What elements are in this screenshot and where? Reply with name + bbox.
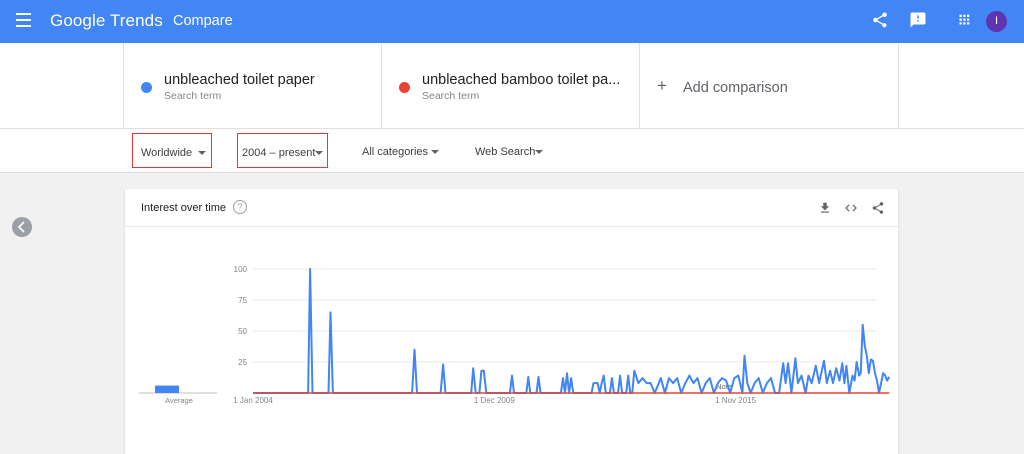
apps-icon[interactable] <box>955 11 975 31</box>
region-value: Worldwide <box>141 147 193 159</box>
category-dropdown[interactable]: All categories <box>362 133 448 168</box>
filters-bar: Worldwide 2004 – present All categories … <box>0 129 1024 173</box>
page-title: Compare <box>173 13 233 29</box>
help-icon[interactable]: ? <box>233 200 247 214</box>
time-range-value: 2004 – present <box>242 147 316 159</box>
interest-over-time-card: Interest over time ? 100 75 50 25 1 Jan 2004… <box>125 189 898 454</box>
plus-icon: + <box>657 76 667 95</box>
y-tick-label: 75 <box>238 296 247 305</box>
share-icon[interactable] <box>871 11 891 31</box>
term-2-subtitle: Search term <box>422 90 480 102</box>
chevron-down-icon <box>315 151 323 155</box>
average-bar <box>155 385 179 393</box>
y-tick-label: 50 <box>238 327 247 336</box>
account-avatar[interactable]: I <box>986 11 1007 32</box>
chevron-down-icon <box>431 150 439 154</box>
chevron-down-icon <box>535 150 543 154</box>
y-tick-label: 100 <box>234 265 248 274</box>
y-tick-label: 25 <box>238 358 247 367</box>
menu-icon[interactable] <box>16 13 32 29</box>
term-2-color-dot <box>399 82 410 93</box>
add-comparison-label: Add comparison <box>683 80 788 96</box>
x-tick-label: 1 Nov 2015 <box>715 396 756 405</box>
term-1-name: unbleached toilet paper <box>164 72 315 88</box>
download-icon[interactable] <box>818 201 832 215</box>
app-header: Google Trends Compare I <box>0 0 1024 43</box>
compare-spacer <box>0 43 124 129</box>
google-trends-logo[interactable]: Google Trends <box>50 11 163 31</box>
add-comparison-button[interactable]: + Add comparison <box>640 43 899 129</box>
search-type-dropdown[interactable]: Web Search <box>475 133 545 168</box>
x-tick-label: 1 Dec 2009 <box>474 396 515 405</box>
term-2-name: unbleached bamboo toilet pa... <box>422 72 621 88</box>
search-term-2[interactable]: unbleached bamboo toilet pa... Search te… <box>382 43 640 129</box>
term-1-subtitle: Search term <box>164 90 222 102</box>
x-tick-label: 1 Jan 2004 <box>233 396 273 405</box>
term-1-color-dot <box>141 82 152 93</box>
category-value: All categories <box>362 146 429 158</box>
interest-chart[interactable]: 100 75 50 25 1 Jan 2004 1 Dec 2009 1 Nov 2015 A… <box>125 227 898 454</box>
region-dropdown[interactable]: Worldwide <box>132 133 212 168</box>
card-title: Interest over time <box>141 202 226 214</box>
search-type-value: Web Search <box>475 146 536 158</box>
embed-icon[interactable] <box>844 201 858 215</box>
feedback-icon[interactable] <box>909 11 929 31</box>
share-icon[interactable] <box>871 201 885 215</box>
chevron-left-icon <box>17 221 25 233</box>
previous-button[interactable] <box>12 217 32 237</box>
average-label: Average <box>165 396 193 405</box>
chevron-down-icon <box>198 151 206 155</box>
search-term-1[interactable]: unbleached toilet paper Search term <box>124 43 382 129</box>
time-range-dropdown[interactable]: 2004 – present <box>237 133 328 168</box>
compare-terms-bar: unbleached toilet paper Search term unbl… <box>0 43 1024 129</box>
